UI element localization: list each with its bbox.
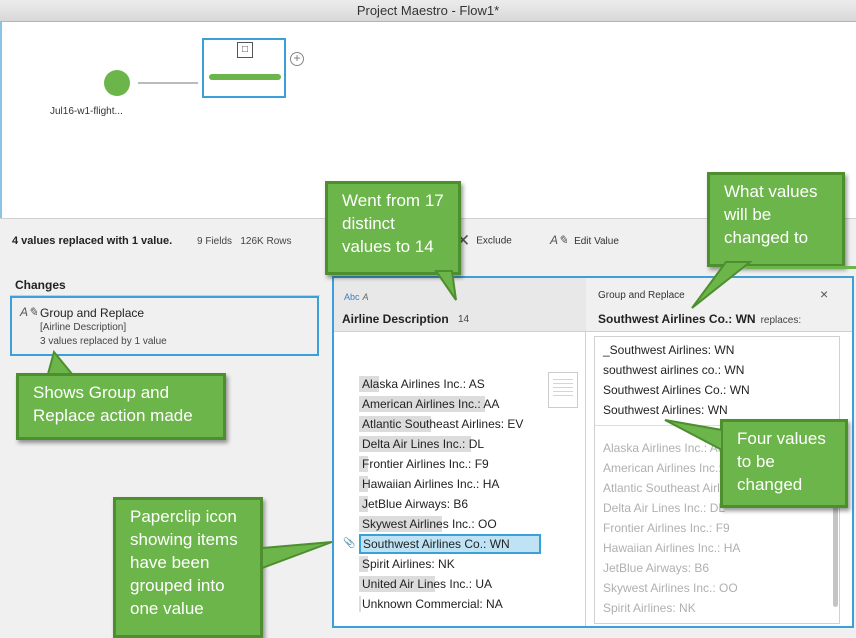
summary-meta: 9 Fields 126K Rows <box>197 236 292 247</box>
type-label: Abc <box>344 292 360 302</box>
value-item[interactable]: Delta Air Lines Inc.: DL <box>359 434 584 454</box>
value-item[interactable]: Skywest Airlines Inc.: OO <box>359 514 584 534</box>
exclude-button[interactable]: ✕ Exclude <box>456 231 512 251</box>
value-item[interactable]: Frontier Airlines Inc.: F9 <box>359 454 584 474</box>
value-label: Unknown Commercial: NA <box>362 597 503 611</box>
group-replace-label: Group and Replace <box>598 290 685 301</box>
value-label: American Airlines Inc.: AA <box>362 397 500 411</box>
target-value: Southwest Airlines Co.: WN <box>598 312 756 326</box>
other-value-item[interactable]: Skywest Airlines Inc.: OO <box>603 581 738 595</box>
value-item[interactable]: 📎 Southwest Airlines Co.: WN <box>343 534 541 554</box>
callout-four-values: Four values to be changed <box>720 419 848 508</box>
value-item[interactable]: Atlantic Southeast Airlines: EV <box>359 414 584 434</box>
value-item[interactable]: American Airlines Inc.: AA <box>359 394 584 414</box>
paperclip-icon[interactable]: 📎 <box>343 536 355 552</box>
other-value-item[interactable]: Frontier Airlines Inc.: F9 <box>603 521 730 535</box>
summary-text: 4 values replaced with 1 value. <box>12 235 173 247</box>
close-icon[interactable]: × <box>820 286 828 302</box>
value-item[interactable]: Unknown Commercial: NA <box>359 594 584 614</box>
input-node-label: Jul16-w1-flight... <box>50 106 123 117</box>
fields-count: 9 Fields <box>197 236 233 247</box>
change-field: [Airline Description] <box>40 322 127 333</box>
values-list: Alaska Airlines Inc.: AS American Airline… <box>343 374 584 614</box>
value-label: Frontier Airlines Inc.: F9 <box>362 457 489 471</box>
callout-paperclip: Paperclip icon showing items have been g… <box>113 497 263 638</box>
flow-connector <box>138 82 198 84</box>
grouped-value-item[interactable]: _Southwest Airlines: WN <box>603 343 734 357</box>
grouped-value-item[interactable]: Southwest Airlines: WN <box>603 403 728 417</box>
column-name: Airline Description <box>342 312 449 326</box>
group-replace-icon: A✎ <box>20 305 39 319</box>
other-value-item[interactable]: Hawaiian Airlines Inc.: HA <box>603 541 740 555</box>
abc-type-icon[interactable]: Abc A <box>344 292 369 302</box>
replaces-label: replaces: <box>760 315 802 326</box>
clean-step-node[interactable]: □ <box>202 38 286 98</box>
grouped-value-item[interactable]: Southwest Airlines Co.: WN <box>603 383 750 397</box>
edit-value-button[interactable]: A✎ Edit Value <box>550 233 619 247</box>
group-replace-header: Group and Replace × Southwest Airlines C… <box>586 278 852 332</box>
other-value-item[interactable]: United Air Lines Inc.: UA <box>603 621 733 623</box>
value-item[interactable]: Spirit Airlines: NK <box>359 554 584 574</box>
clean-step-bar <box>209 74 281 80</box>
change-title: Group and Replace <box>40 306 145 320</box>
pen-icon: A✎ <box>550 233 569 247</box>
callout-distinct: Went from 17 distinct values to 14 <box>325 181 461 275</box>
value-label: Alaska Airlines Inc.: AS <box>362 377 485 391</box>
value-item[interactable]: Alaska Airlines Inc.: AS <box>359 374 584 394</box>
basket-icon: □ <box>237 42 253 58</box>
other-value-item[interactable]: Alaska Airlines Inc.: AS <box>603 441 726 455</box>
other-value-item[interactable]: Delta Air Lines Inc.: DL <box>603 501 725 515</box>
column-header[interactable]: Abc A Airline Description 14 <box>334 278 586 332</box>
rows-count: 126K Rows <box>240 236 292 247</box>
callout-changed-to: What values will be changed to <box>707 172 845 267</box>
exclude-label: Exclude <box>476 235 512 247</box>
column-card: Abc A Airline Description 14 Alaska Airli… <box>334 278 586 626</box>
plus-circle-icon[interactable]: + <box>290 52 304 66</box>
value-label: Spirit Airlines: NK <box>362 557 455 571</box>
window-title: Project Maestro - Flow1* <box>0 0 856 22</box>
value-label: Southwest Airlines Co.: WN <box>363 537 510 551</box>
changes-title: Changes <box>15 278 66 292</box>
value-item[interactable]: United Air Lines Inc.: UA <box>359 574 584 594</box>
value-label: Atlantic Southeast Airlines: EV <box>362 417 524 431</box>
value-label: JetBlue Airways: B6 <box>362 497 469 511</box>
change-description: 3 values replaced by 1 value <box>40 336 167 347</box>
edit-value-label: Edit Value <box>574 236 619 247</box>
grouped-value-item[interactable]: southwest airlines co.: WN <box>603 363 744 377</box>
value-label: United Air Lines Inc.: UA <box>362 577 493 591</box>
input-node-icon[interactable] <box>104 70 130 96</box>
value-label: Skywest Airlines Inc.: OO <box>362 517 497 531</box>
value-label: Delta Air Lines Inc.: DL <box>362 437 485 451</box>
change-item-group-replace[interactable]: A✎ Group and Replace [Airline Descriptio… <box>10 296 319 356</box>
group-target: Southwest Airlines Co.: WN replaces: <box>598 312 801 326</box>
pen-icon: A <box>362 292 369 302</box>
callout-action: Shows Group and Replace action made <box>16 373 226 440</box>
value-item[interactable]: JetBlue Airways: B6 <box>359 494 584 514</box>
other-value-item[interactable]: JetBlue Airways: B6 <box>603 561 709 575</box>
value-item[interactable]: Hawaiian Airlines Inc.: HA <box>359 474 584 494</box>
distinct-count: 14 <box>458 314 470 325</box>
value-label: Hawaiian Airlines Inc.: HA <box>362 477 500 491</box>
other-value-item[interactable]: Spirit Airlines: NK <box>603 601 696 615</box>
